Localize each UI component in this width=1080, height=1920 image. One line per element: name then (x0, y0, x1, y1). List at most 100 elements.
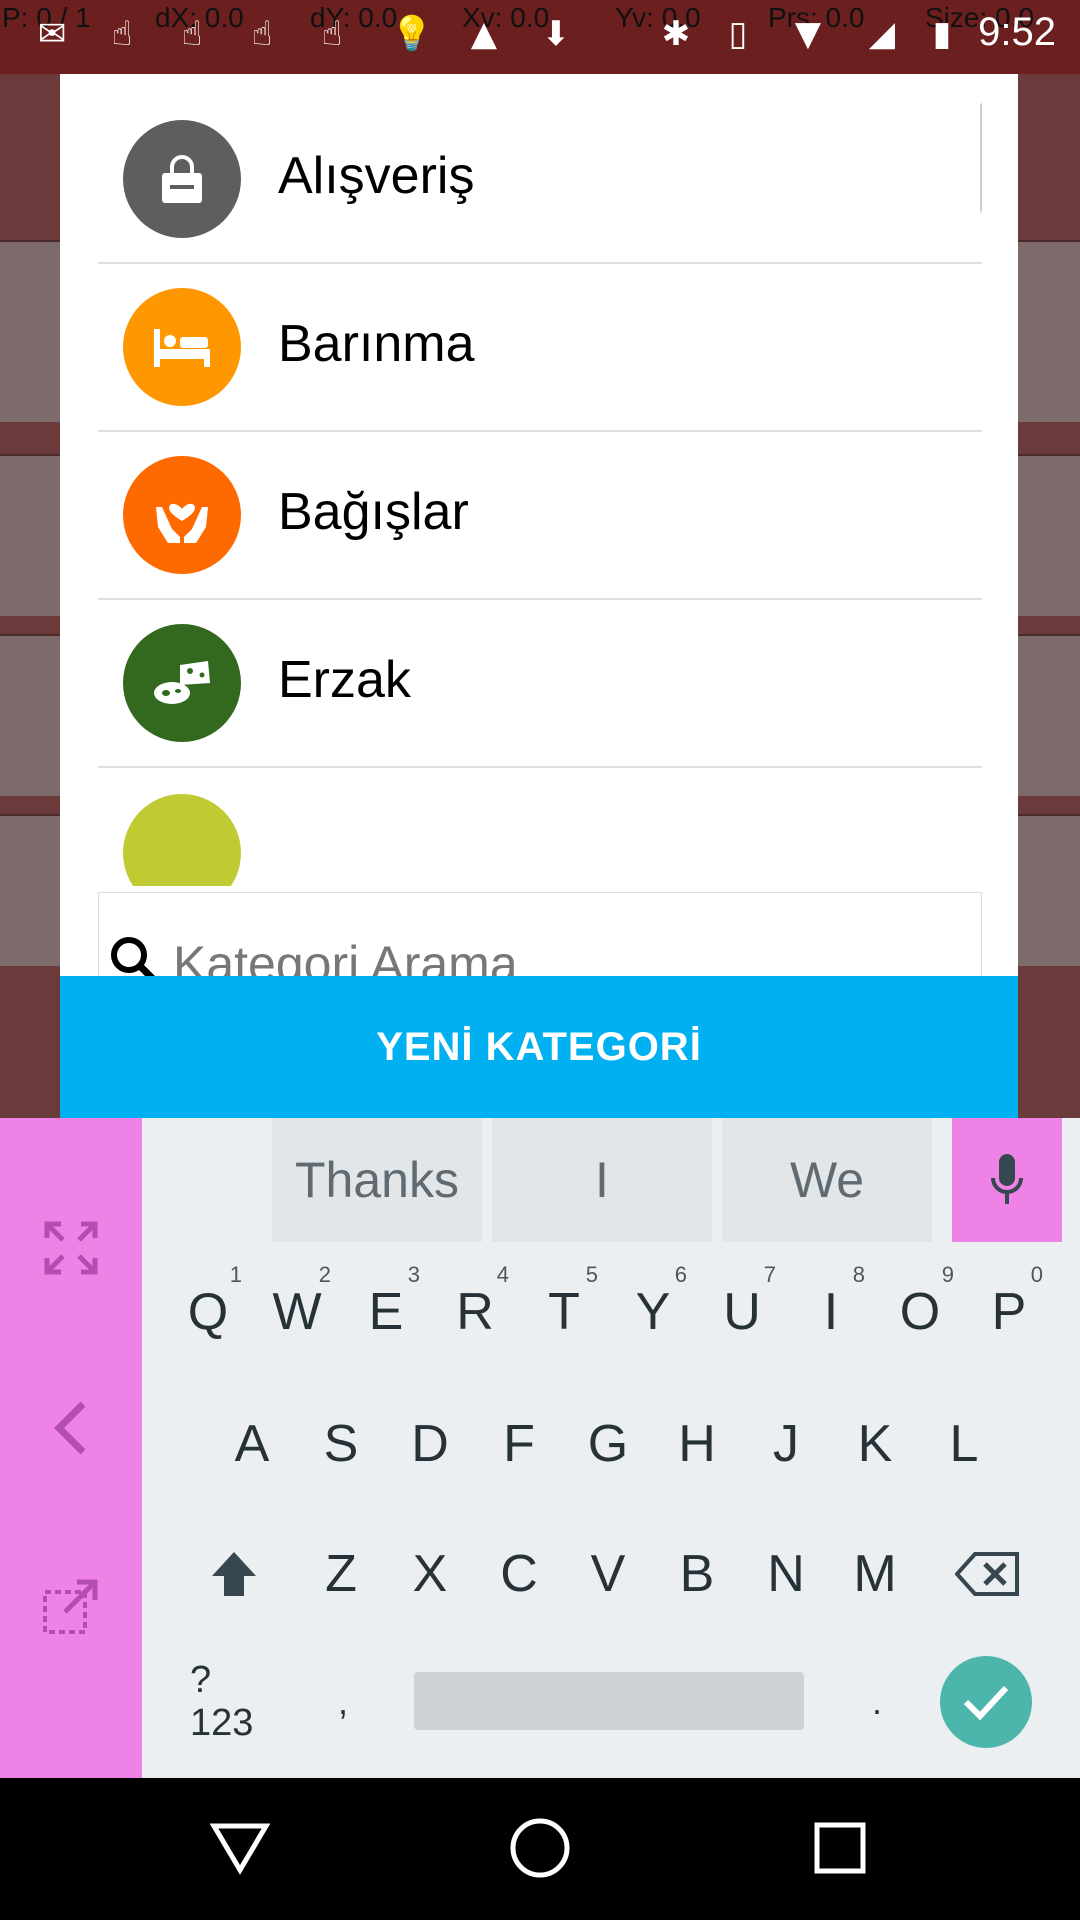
back-button[interactable] (180, 1798, 300, 1898)
key-label: T (548, 1283, 580, 1341)
key-d[interactable]: D (388, 1390, 472, 1498)
category-label: Bağışlar (278, 483, 469, 541)
category-icon-circle (123, 120, 241, 238)
wifi-icon: ▼ (794, 14, 822, 54)
key-b[interactable]: B (655, 1520, 739, 1628)
key-t[interactable]: T5 (522, 1258, 606, 1366)
touch-icon: ☝ (251, 14, 273, 54)
suggestion-3[interactable]: We (722, 1118, 932, 1242)
category-icon-circle (123, 624, 241, 742)
category-label: Barınma (278, 315, 475, 373)
key-j[interactable]: J (744, 1390, 828, 1498)
suggestion-2[interactable]: I (492, 1118, 712, 1242)
key-c[interactable]: C (477, 1520, 561, 1628)
key-g[interactable]: G (566, 1390, 650, 1498)
key-p[interactable]: P0 (967, 1258, 1051, 1366)
category-label: Erzak (278, 651, 411, 709)
lightbulb-icon: 💡 (390, 14, 434, 54)
enter-key[interactable] (940, 1656, 1032, 1748)
key-s[interactable]: S (299, 1390, 383, 1498)
key-q[interactable]: Q1 (166, 1258, 250, 1366)
key-z[interactable]: Z (299, 1520, 383, 1628)
groceries-icon (154, 661, 210, 704)
category-label: Alışveriş (278, 147, 475, 205)
key-k[interactable]: K (833, 1390, 917, 1498)
key-hint: 4 (496, 1262, 509, 1287)
key-label: O (899, 1283, 941, 1341)
checkmark-icon (963, 1685, 1009, 1721)
undock-icon[interactable] (0, 1528, 142, 1688)
recents-button[interactable] (780, 1798, 900, 1898)
category-item-bagislar[interactable]: Bağışlar (98, 432, 982, 600)
download-icon: ⬇ (541, 14, 571, 54)
expand-icon[interactable] (0, 1168, 142, 1328)
battery-icon: ▮ (932, 14, 952, 54)
suggestion-bar: Thanks I We (142, 1118, 1080, 1242)
category-item-alisveris[interactable]: Alışveriş (98, 96, 982, 264)
navigation-bar (0, 1778, 1080, 1920)
key-m[interactable]: M (833, 1520, 917, 1628)
key-f[interactable]: F (477, 1390, 561, 1498)
backspace-key[interactable] (950, 1520, 1026, 1628)
key-hint: 7 (763, 1262, 776, 1287)
signal-icon: ◢ (868, 14, 896, 54)
backspace-icon (955, 1552, 1019, 1596)
key-label: Q (187, 1283, 229, 1341)
home-circle-icon (510, 1818, 570, 1878)
shift-icon (212, 1552, 256, 1596)
touch-icon: ☝ (321, 14, 343, 54)
key-y[interactable]: Y6 (611, 1258, 695, 1366)
key-label: P (991, 1283, 1027, 1341)
category-icon-circle (123, 456, 241, 574)
key-n[interactable]: N (744, 1520, 828, 1628)
key-label: W (272, 1283, 322, 1341)
category-item-erzak[interactable]: Erzak (98, 600, 982, 768)
key-e[interactable]: E3 (344, 1258, 428, 1366)
donation-hands-icon (156, 503, 208, 543)
clock: 9:52 (978, 10, 1056, 54)
key-w[interactable]: W2 (255, 1258, 339, 1366)
key-label: R (456, 1283, 494, 1341)
key-i[interactable]: I8 (789, 1258, 873, 1366)
key-hint: 3 (407, 1262, 420, 1287)
status-bar: P: 0 / 1 dX: 0.0 dY: 0.0 Xv: 0.0 Yv: 0.0 Prs:… (0, 0, 1080, 74)
new-category-button[interactable]: YENİ KATEGORİ (60, 976, 1018, 1118)
category-icon-circle (123, 288, 241, 406)
chevron-left-icon[interactable] (0, 1348, 142, 1508)
key-hint: 2 (318, 1262, 331, 1287)
recents-square-icon (814, 1822, 866, 1874)
key-label: E (368, 1283, 404, 1341)
comma-key[interactable]: , (318, 1648, 368, 1756)
space-key[interactable] (414, 1672, 804, 1730)
key-r[interactable]: R4 (433, 1258, 517, 1366)
key-label: U (723, 1283, 761, 1341)
key-hint: 6 (674, 1262, 687, 1287)
period-key[interactable]: . (852, 1648, 902, 1756)
category-item-partial[interactable] (98, 768, 982, 886)
key-label: I (823, 1283, 839, 1341)
key-u[interactable]: U7 (700, 1258, 784, 1366)
key-a[interactable]: A (210, 1390, 294, 1498)
home-button[interactable] (480, 1798, 600, 1898)
key-o[interactable]: O9 (878, 1258, 962, 1366)
key-hint: 1 (229, 1262, 242, 1287)
key-hint: 0 (1030, 1262, 1043, 1287)
microphone-icon[interactable] (952, 1118, 1062, 1242)
key-h[interactable]: H (655, 1390, 739, 1498)
category-picker-dialog: Alışveriş Barınma Bağışlar Erzak Kategor… (60, 74, 1018, 1118)
category-list[interactable]: Alışveriş Barınma Bağışlar Erzak (98, 96, 982, 886)
symbols-key[interactable]: ?123 (190, 1648, 274, 1756)
scrollbar[interactable] (980, 102, 982, 214)
bed-icon (154, 329, 210, 367)
bluetooth-icon: ✱ (661, 14, 691, 54)
key-x[interactable]: X (388, 1520, 472, 1628)
key-label: Y (635, 1283, 671, 1341)
suggestion-1[interactable]: Thanks (272, 1118, 482, 1242)
key-l[interactable]: L (922, 1390, 1006, 1498)
shift-key[interactable] (196, 1520, 272, 1628)
back-triangle-icon (210, 1823, 270, 1875)
category-item-barinma[interactable]: Barınma (98, 264, 982, 432)
key-v[interactable]: V (566, 1520, 650, 1628)
touch-icon: ☝ (181, 14, 203, 54)
key-hint: 5 (585, 1262, 598, 1287)
